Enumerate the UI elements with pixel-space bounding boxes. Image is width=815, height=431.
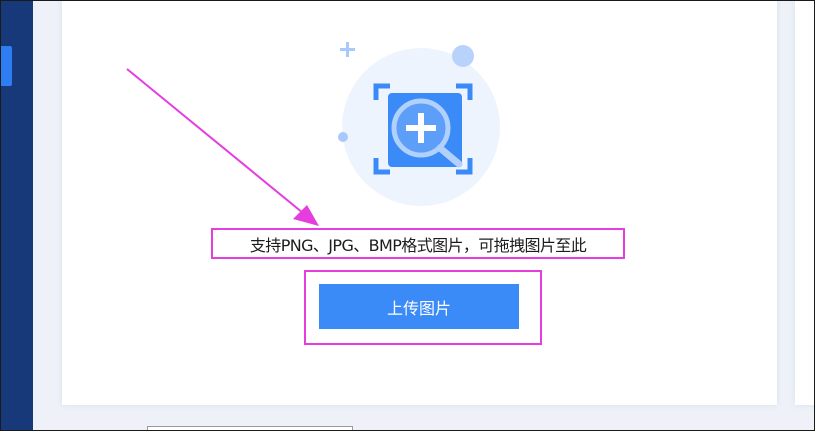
hint-annotation-box: 支持PNG、JPG、BMP格式图片，可拖拽图片至此 [211, 228, 625, 259]
upload-hint-text: 支持PNG、JPG、BMP格式图片，可拖拽图片至此 [249, 235, 587, 255]
sidebar-active-item[interactable] [1, 46, 12, 86]
image-zoom-plus-icon [338, 42, 500, 206]
upload-image-button[interactable]: 上传图片 [319, 284, 519, 329]
right-panel [795, 1, 814, 405]
left-sidebar [1, 1, 33, 430]
upload-illustration [326, 36, 516, 216]
app-window: 支持PNG、JPG、BMP格式图片，可拖拽图片至此 上传图片 [0, 0, 815, 431]
bottom-tab[interactable] [147, 426, 353, 430]
